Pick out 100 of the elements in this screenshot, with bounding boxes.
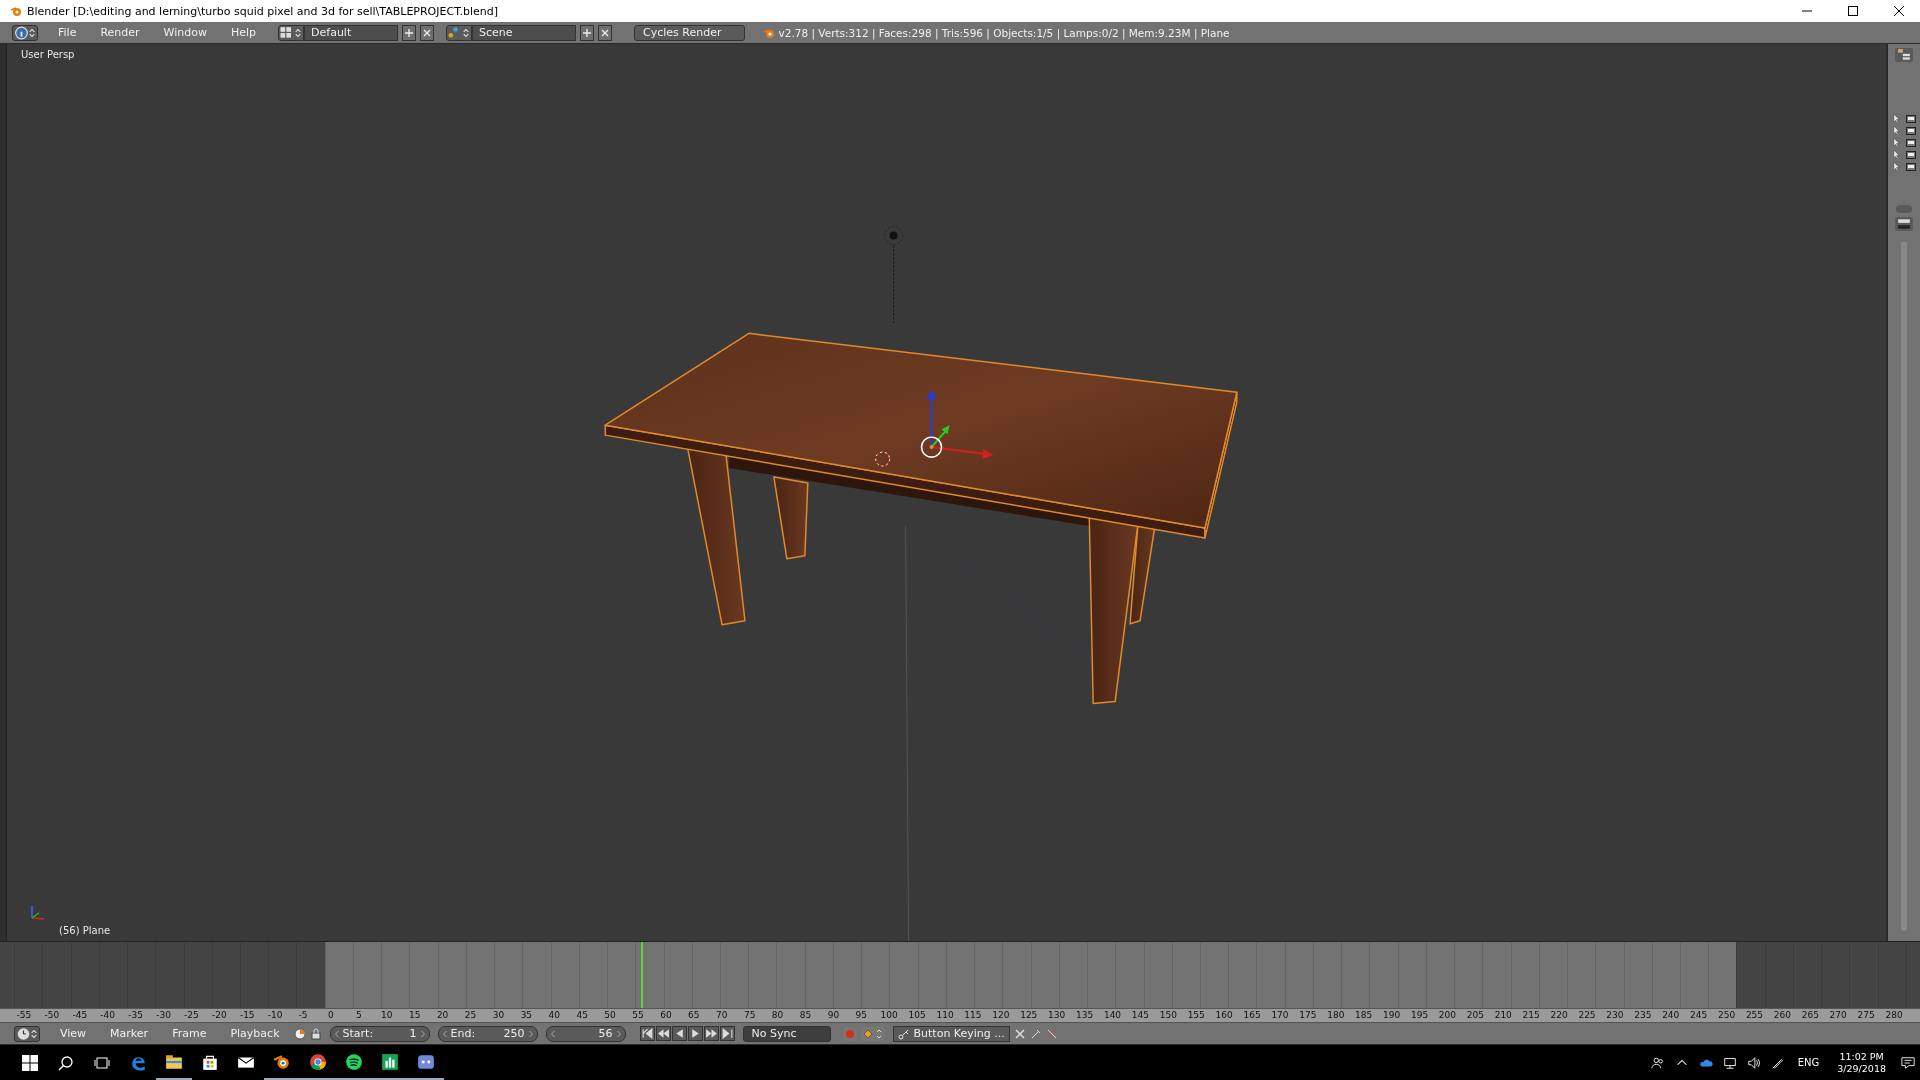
frame-number: -5 bbox=[297, 1009, 309, 1022]
scene-icon[interactable] bbox=[446, 24, 473, 41]
timeline-editor-icon[interactable] bbox=[14, 1025, 40, 1042]
language-indicator[interactable]: ENG bbox=[1789, 1057, 1828, 1068]
play-reverse-icon[interactable] bbox=[671, 1026, 687, 1041]
frame-number: 225 bbox=[1577, 1009, 1597, 1022]
frame-number: 125 bbox=[1019, 1009, 1039, 1022]
frame-number: -25 bbox=[183, 1009, 200, 1022]
region-handle[interactable] bbox=[1896, 205, 1912, 213]
scene-field[interactable]: Scene bbox=[472, 24, 577, 41]
frame-number: 175 bbox=[1298, 1009, 1318, 1022]
jump-end-icon[interactable] bbox=[719, 1026, 735, 1041]
blender-logo-icon bbox=[762, 26, 775, 39]
menu-item[interactable]: Playback bbox=[220, 1027, 290, 1040]
frame-number: 145 bbox=[1130, 1009, 1150, 1022]
frame-number: 185 bbox=[1354, 1009, 1374, 1022]
frame-number: 130 bbox=[1047, 1009, 1067, 1022]
frame-number: 25 bbox=[463, 1009, 478, 1022]
frame-number: -35 bbox=[127, 1009, 144, 1022]
clock[interactable]: 11:02 PM 3/29/2018 bbox=[1827, 1050, 1896, 1075]
frame-number: -30 bbox=[155, 1009, 172, 1022]
frame-number: 80 bbox=[770, 1009, 785, 1022]
frame-number: 15 bbox=[408, 1009, 422, 1022]
frame-number: 170 bbox=[1270, 1009, 1290, 1022]
render-engine-dropdown[interactable]: Cycles Render bbox=[634, 24, 745, 41]
maximize-icon[interactable] bbox=[1848, 6, 1858, 16]
frame-number: -45 bbox=[71, 1009, 89, 1022]
frame-number: 210 bbox=[1493, 1009, 1513, 1022]
sync-dropdown[interactable]: No Sync bbox=[742, 1025, 831, 1042]
screen-layout-icon[interactable] bbox=[278, 24, 305, 41]
menu-item[interactable]: Render bbox=[90, 26, 150, 39]
plus-icon[interactable] bbox=[402, 24, 417, 41]
properties-editor-icon[interactable] bbox=[1895, 217, 1913, 231]
plus-icon[interactable] bbox=[580, 24, 595, 41]
frame-number: 75 bbox=[742, 1009, 757, 1022]
frame-number: 240 bbox=[1661, 1009, 1681, 1022]
screen-layout-field[interactable]: Default bbox=[304, 24, 399, 41]
frame-number: -50 bbox=[43, 1009, 61, 1022]
frame-number: 190 bbox=[1382, 1009, 1402, 1022]
info-editor-icon[interactable] bbox=[12, 24, 38, 41]
frame-number: 150 bbox=[1158, 1009, 1178, 1022]
camera-icon[interactable] bbox=[1905, 126, 1916, 135]
folder-icon bbox=[165, 1052, 183, 1071]
frame-number: -10 bbox=[266, 1009, 284, 1022]
frame-number: 95 bbox=[854, 1009, 868, 1022]
frame-number: 165 bbox=[1242, 1009, 1262, 1022]
frame-number: 20 bbox=[435, 1009, 450, 1022]
frame-number: 35 bbox=[519, 1009, 534, 1022]
frame-number: 50 bbox=[603, 1009, 617, 1022]
menu-item[interactable]: Window bbox=[153, 26, 217, 39]
frame-number: 250 bbox=[1716, 1009, 1737, 1022]
camera-icon[interactable] bbox=[1905, 150, 1916, 159]
camera-icon[interactable] bbox=[1905, 114, 1916, 123]
keying-set-field[interactable]: Button Keying ... bbox=[892, 1025, 1010, 1042]
clear-icon[interactable] bbox=[1013, 1027, 1026, 1040]
menu-item[interactable]: Marker bbox=[100, 1027, 159, 1040]
bar-chart-icon bbox=[381, 1052, 399, 1071]
transform-gizmo[interactable] bbox=[920, 389, 994, 460]
menu-item[interactable]: Frame bbox=[162, 1027, 217, 1040]
window-title: Blender [D:\editing and lerning\turbo squid pixel and 3d for sell\TABLEPROJECT.blend] bbox=[27, 4, 499, 18]
close-icon[interactable] bbox=[420, 24, 435, 41]
frame-number: 40 bbox=[547, 1009, 561, 1022]
frame-number: 105 bbox=[907, 1009, 927, 1022]
preview-range-icon[interactable] bbox=[293, 1027, 306, 1040]
frame-number: 180 bbox=[1326, 1009, 1346, 1022]
frame-number: 0 bbox=[327, 1009, 335, 1022]
frame-number: 265 bbox=[1800, 1009, 1820, 1022]
frame-number: 70 bbox=[715, 1009, 729, 1022]
clock-time: 11:02 PM bbox=[1839, 1050, 1884, 1063]
outliner-editor-icon[interactable] bbox=[1895, 48, 1913, 62]
menu-item[interactable]: Help bbox=[220, 26, 267, 39]
close-icon[interactable] bbox=[598, 24, 613, 41]
frame-number: 205 bbox=[1465, 1009, 1485, 1022]
frame-number: -15 bbox=[238, 1009, 256, 1022]
frame-ruler[interactable] bbox=[0, 1008, 1920, 1023]
view-name: User Persp bbox=[21, 49, 75, 60]
scene-statistics: v2.78 | Verts:312 | Faces:298 | Tris:596 | Objects:1/5 | Lamps:0/2 | Mem:9.23M | Plane bbox=[778, 26, 1230, 39]
frame-number: 155 bbox=[1186, 1009, 1206, 1022]
blender-logo-icon bbox=[10, 5, 22, 17]
previous-keyframe-icon[interactable] bbox=[655, 1026, 671, 1041]
delete-keyframe-icon[interactable] bbox=[1045, 1027, 1058, 1040]
play-icon[interactable] bbox=[687, 1026, 703, 1041]
frame-number: 120 bbox=[991, 1009, 1011, 1022]
clock-date: 3/29/2018 bbox=[1837, 1062, 1886, 1075]
jump-start-icon[interactable] bbox=[639, 1026, 655, 1041]
camera-icon[interactable] bbox=[1905, 138, 1916, 147]
frame-number: 230 bbox=[1605, 1009, 1625, 1022]
menu-item[interactable]: File bbox=[48, 26, 87, 39]
frame-number: 235 bbox=[1633, 1009, 1653, 1022]
frame-number: 10 bbox=[380, 1009, 394, 1022]
lock-icon[interactable] bbox=[309, 1027, 322, 1040]
camera-icon[interactable] bbox=[1905, 162, 1916, 171]
frame-number: 260 bbox=[1772, 1009, 1792, 1022]
next-keyframe-icon[interactable] bbox=[703, 1026, 719, 1041]
frame-number: 100 bbox=[879, 1009, 899, 1022]
close-icon[interactable] bbox=[1894, 6, 1904, 16]
frame-number: 5 bbox=[355, 1009, 363, 1022]
frame-number: 55 bbox=[631, 1009, 645, 1022]
insert-keyframe-icon[interactable] bbox=[1029, 1027, 1042, 1040]
menu-item[interactable]: View bbox=[50, 1027, 97, 1040]
